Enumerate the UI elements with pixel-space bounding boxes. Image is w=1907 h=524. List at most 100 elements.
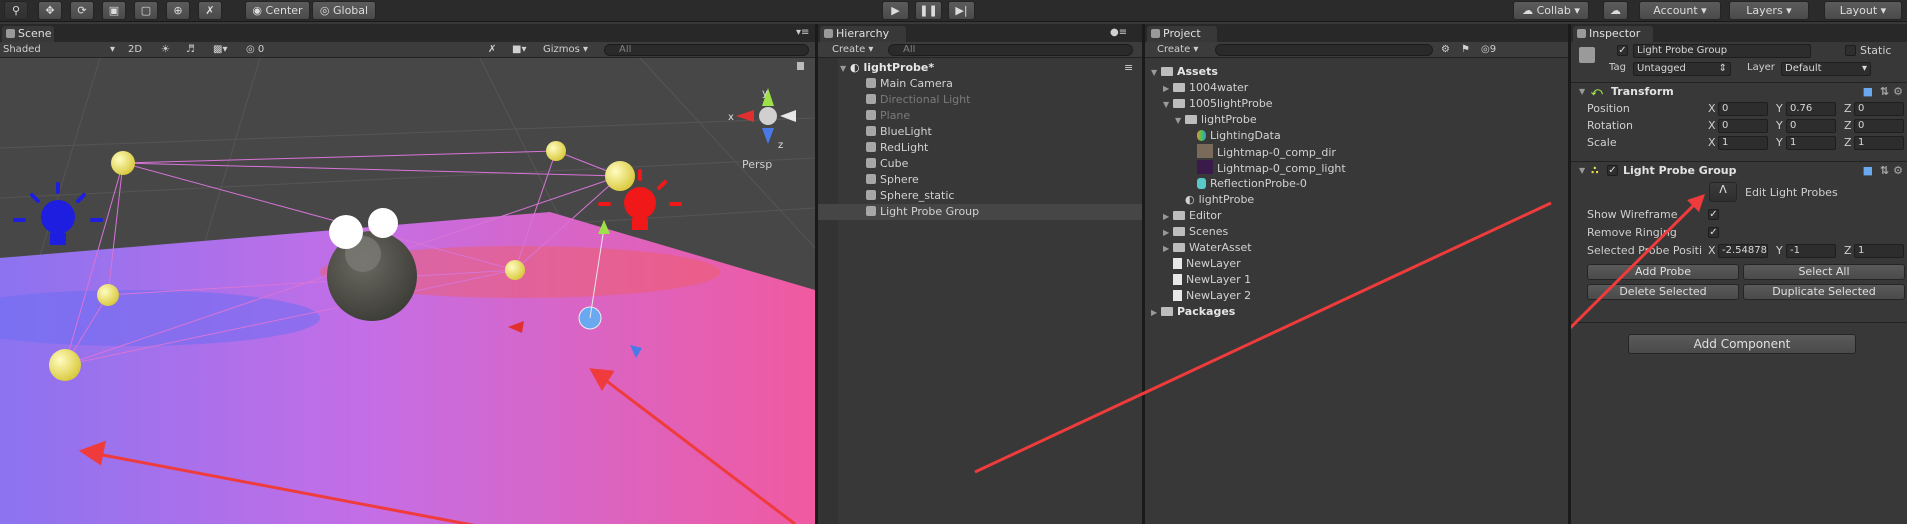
tab-hierarchy[interactable]: Hierarchy	[820, 26, 906, 42]
selected-probe-z-field[interactable]: 1	[1854, 244, 1904, 258]
tab-inspector[interactable]: Inspector	[1573, 26, 1653, 42]
project-item[interactable]: ▼ Assets	[1151, 64, 1218, 80]
filter-by-type-icon[interactable]: ⚙	[1441, 44, 1450, 56]
project-item[interactable]: ▶ Scenes	[1163, 224, 1228, 240]
space-global-toggle[interactable]: ◎ Global	[312, 1, 376, 20]
object-name-field[interactable]: Light Probe Group	[1633, 44, 1811, 58]
scale-y-field[interactable]: 1	[1786, 136, 1836, 150]
light-probe[interactable]	[605, 161, 635, 191]
delete-selected-button[interactable]: Delete Selected	[1587, 284, 1739, 300]
project-item[interactable]: ▶ Editor	[1163, 208, 1222, 224]
layer-dropdown[interactable]: Default ▾	[1781, 62, 1871, 76]
project-item[interactable]: ◐ lightProbe	[1175, 192, 1254, 208]
rotation-z-field[interactable]: 0	[1854, 119, 1904, 133]
remove-ringing-checkbox[interactable]: ✓	[1708, 227, 1719, 238]
project-item[interactable]: NewLayer	[1163, 256, 1241, 272]
project-item[interactable]: Lightmap-0_comp_dir	[1187, 144, 1336, 160]
move-tool-button[interactable]: ✥	[38, 1, 62, 20]
tab-project[interactable]: Project	[1147, 26, 1217, 42]
hierarchy-item[interactable]: BlueLight	[866, 124, 932, 140]
project-item[interactable]: NewLayer 2	[1163, 288, 1251, 304]
static-checkbox[interactable]	[1845, 45, 1856, 56]
project-search-input[interactable]	[1215, 44, 1433, 56]
2d-toggle[interactable]: 2D	[128, 44, 148, 56]
panel-menu-icon[interactable]: ●≡	[1110, 27, 1127, 39]
project-item[interactable]: NewLayer 1	[1163, 272, 1251, 288]
hidden-packages-indicator[interactable]: ◎9	[1481, 44, 1496, 56]
light-probe[interactable]	[49, 349, 81, 381]
light-probe[interactable]	[111, 151, 135, 175]
project-item[interactable]: ReflectionProbe-0	[1187, 176, 1307, 192]
active-checkbox[interactable]: ✓	[1617, 45, 1628, 56]
account-dropdown[interactable]: Account ▾	[1639, 1, 1721, 20]
hierarchy-item[interactable]: Directional Light	[866, 92, 970, 108]
light-probe[interactable]	[97, 284, 119, 306]
project-item[interactable]: Lightmap-0_comp_light	[1187, 160, 1346, 176]
scene-search-input[interactable]: All	[604, 44, 809, 56]
project-item[interactable]: ▶ 1004water	[1163, 80, 1248, 96]
lock-icon[interactable]	[797, 62, 804, 70]
perspective-label[interactable]: Persp	[742, 158, 772, 171]
project-item[interactable]: LightingData	[1187, 128, 1281, 144]
step-button[interactable]: ▶|	[948, 1, 975, 20]
selected-probe-x-field[interactable]: -2.54878	[1718, 244, 1768, 258]
edit-light-probes-button[interactable]: Λ	[1709, 182, 1737, 202]
camera-dropdown-icon[interactable]: ■▾	[512, 44, 526, 56]
transform-tool-button[interactable]: ⊕	[166, 1, 190, 20]
light-probe[interactable]	[505, 260, 525, 280]
position-x-field[interactable]: 0	[1718, 102, 1768, 116]
help-icon[interactable]: ■	[1863, 83, 1873, 101]
show-wireframe-checkbox[interactable]: ✓	[1708, 209, 1719, 220]
hierarchy-item[interactable]: Sphere_static	[866, 188, 954, 204]
scale-tool-button[interactable]: ▣	[102, 1, 126, 20]
gizmos-dropdown[interactable]: Gizmos ▾	[543, 44, 588, 56]
settings-gear-icon[interactable]: ⚙	[1893, 162, 1903, 180]
component-enabled-checkbox[interactable]: ✓	[1607, 165, 1618, 176]
duplicate-selected-button[interactable]: Duplicate Selected	[1743, 284, 1905, 300]
filter-by-label-icon[interactable]: ⚑	[1461, 44, 1470, 56]
white-sphere[interactable]	[368, 208, 398, 238]
tab-scene[interactable]: Scene	[2, 26, 54, 42]
collab-dropdown[interactable]: ☁ Collab ▾	[1513, 1, 1589, 20]
hierarchy-item[interactable]: RedLight	[866, 140, 928, 156]
hierarchy-create-dropdown[interactable]: Create ▾	[832, 44, 873, 56]
tag-dropdown[interactable]: Untagged ⇕	[1633, 62, 1731, 76]
scene-menu-icon[interactable]: ≡	[1124, 60, 1133, 76]
add-probe-button[interactable]: Add Probe	[1587, 264, 1739, 280]
hand-tool-button[interactable]: ⚲	[4, 1, 28, 20]
project-item[interactable]: ▼ lightProbe	[1175, 112, 1257, 128]
pivot-center-toggle[interactable]: ◉ Center	[245, 1, 310, 20]
audio-toggle-icon[interactable]: ♬	[186, 44, 195, 56]
scale-z-field[interactable]: 1	[1854, 136, 1904, 150]
lighting-toggle-icon[interactable]: ☀	[161, 44, 170, 56]
hidden-layers-indicator[interactable]: ◎ 0	[246, 44, 264, 56]
custom-tool-button[interactable]: ✗	[198, 1, 222, 20]
cloud-button[interactable]: ☁	[1603, 1, 1628, 20]
pause-button[interactable]: ❚❚	[915, 1, 942, 20]
preset-icon[interactable]: ⇅	[1880, 162, 1889, 180]
hierarchy-item[interactable]: Cube	[866, 156, 908, 172]
rotation-y-field[interactable]: 0	[1786, 119, 1836, 133]
layers-dropdown[interactable]: Layers ▾	[1729, 1, 1809, 20]
hierarchy-item[interactable]: Sphere	[866, 172, 919, 188]
project-create-dropdown[interactable]: Create ▾	[1157, 44, 1198, 56]
project-item[interactable]: ▼ 1005lightProbe	[1163, 96, 1273, 112]
transform-header[interactable]: ▼ ⤺ Transform ■ ⇅ ⚙	[1571, 82, 1907, 100]
rotate-tool-button[interactable]: ⟳	[70, 1, 94, 20]
scale-x-field[interactable]: 1	[1718, 136, 1768, 150]
layout-dropdown[interactable]: Layout ▾	[1824, 1, 1902, 20]
select-all-button[interactable]: Select All	[1743, 264, 1905, 280]
preset-icon[interactable]: ⇅	[1880, 83, 1889, 101]
tools-icon[interactable]: ✗	[488, 44, 496, 56]
position-z-field[interactable]: 0	[1854, 102, 1904, 116]
white-sphere[interactable]	[329, 215, 363, 249]
shading-mode-dropdown[interactable]: Shaded ▾	[3, 44, 115, 56]
panel-menu-icon[interactable]: ▾≡	[796, 27, 809, 39]
play-button[interactable]: ▶	[882, 1, 909, 20]
hierarchy-search-input[interactable]: All	[888, 44, 1133, 56]
selected-probe-y-field[interactable]: -1	[1786, 244, 1836, 258]
hierarchy-root-scene[interactable]: ▼ ◐ lightProbe*	[840, 60, 934, 76]
position-y-field[interactable]: 0.76	[1786, 102, 1836, 116]
hierarchy-item[interactable]: Light Probe Group	[818, 204, 1142, 220]
settings-gear-icon[interactable]: ⚙	[1893, 83, 1903, 101]
